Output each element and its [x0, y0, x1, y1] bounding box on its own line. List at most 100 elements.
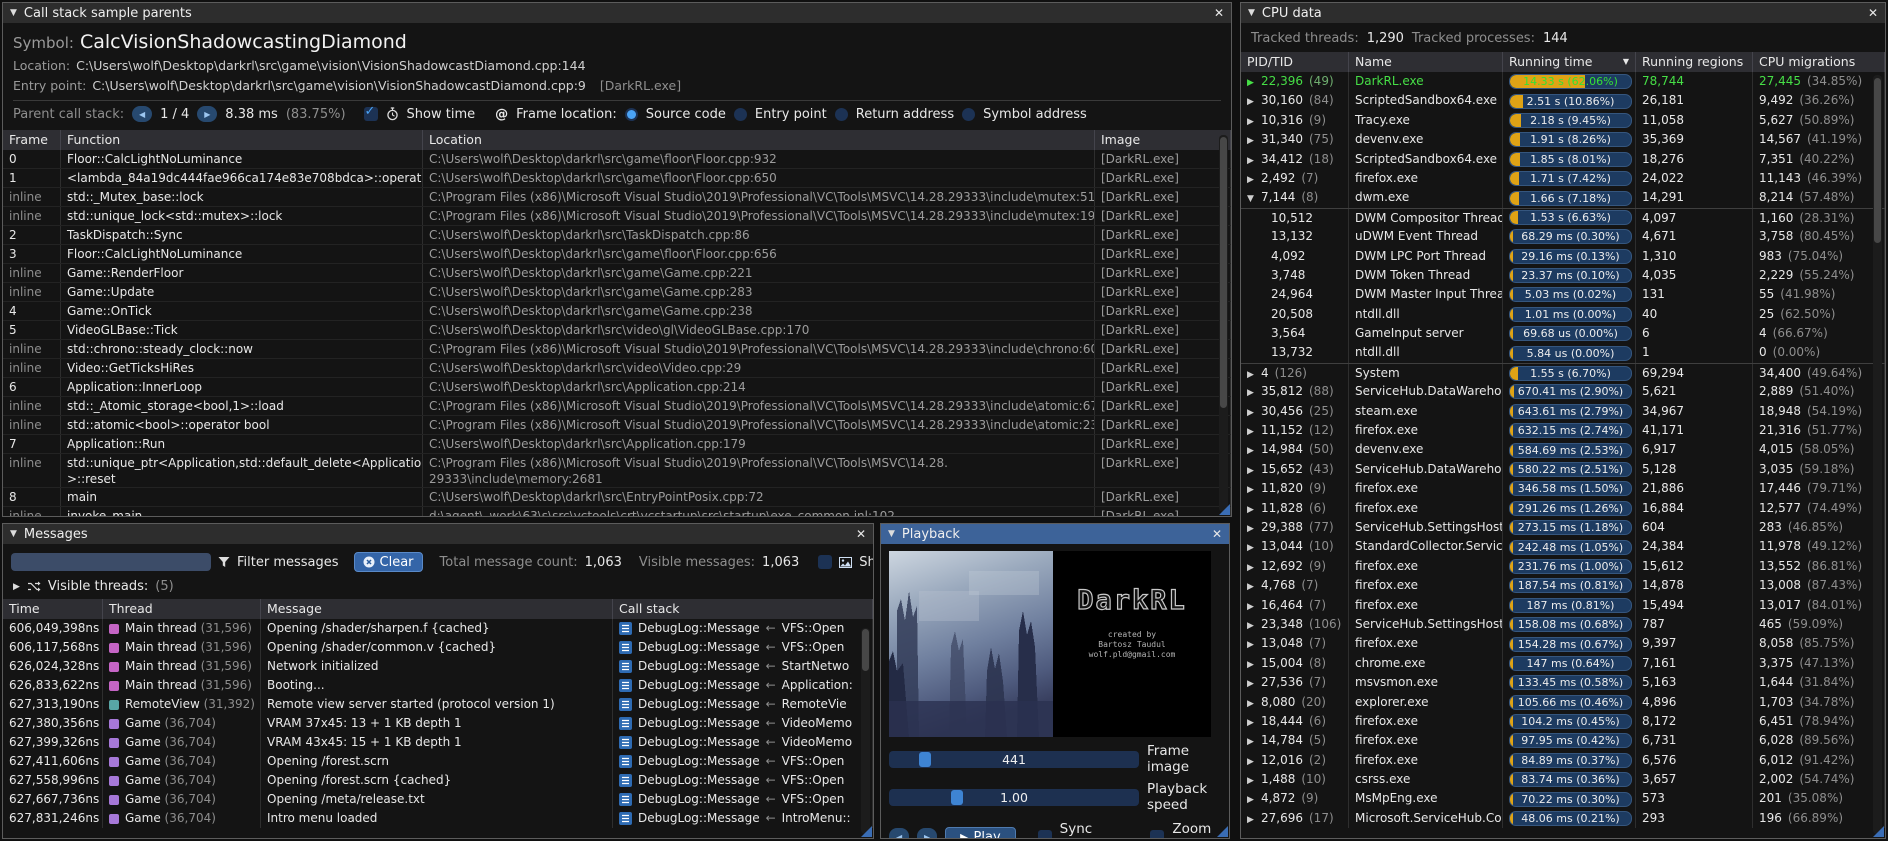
- close-icon[interactable]: ✕: [856, 527, 866, 541]
- table-row[interactable]: 627,558,996nsGame (36,704)Opening /fores…: [3, 771, 873, 790]
- column-time[interactable]: Time: [3, 599, 103, 619]
- expand-icon[interactable]: ▶: [1247, 791, 1261, 808]
- collapse-icon[interactable]: ▼: [888, 529, 895, 539]
- column-name[interactable]: Name: [1349, 52, 1503, 72]
- table-row[interactable]: ▶30,160(84)ScriptedSandbox64.exe2.51 s (…: [1241, 91, 1885, 110]
- table-row[interactable]: inlinestd::unique_ptr<Application,std::d…: [3, 454, 1231, 488]
- radio-return-address[interactable]: [835, 108, 848, 121]
- step-back-button[interactable]: ◀: [889, 828, 909, 839]
- table-row[interactable]: 3Floor::CalcLightNoLuminanceC:\Users\wol…: [3, 245, 1231, 264]
- table-row[interactable]: inlineGame::RenderFloorC:\Users\wolf\Des…: [3, 264, 1231, 283]
- table-row[interactable]: 627,831,246nsGame (36,704)Intro menu loa…: [3, 809, 873, 828]
- collapse-icon[interactable]: ▼: [10, 8, 17, 18]
- filter-input[interactable]: [11, 553, 211, 571]
- expand-icon[interactable]: ▶: [1247, 501, 1261, 518]
- expand-icon[interactable]: ▶: [1247, 733, 1261, 750]
- table-row[interactable]: 3,564GameInput server69.68 us (0.00%)64(…: [1241, 324, 1885, 343]
- table-row[interactable]: 1<lambda_84a19dc444fae966ca174e83e708bdc…: [3, 169, 1231, 188]
- close-icon[interactable]: ✕: [1212, 527, 1222, 541]
- table-row[interactable]: 627,313,190nsRemoteView (31,392)Remote v…: [3, 695, 873, 714]
- callstack-cell[interactable]: DebugLog::Message←StartNetwo: [613, 657, 873, 676]
- column-callstack[interactable]: Call stack: [613, 599, 873, 619]
- table-row[interactable]: inlinestd::_Mutex_base::lockC:\Program F…: [3, 188, 1231, 207]
- next-stack-button[interactable]: ▶: [197, 106, 217, 122]
- table-row[interactable]: 4,092DWM LPC Port Thread29.16 ms (0.13%)…: [1241, 247, 1885, 266]
- messages-scrollbar[interactable]: [861, 628, 870, 834]
- table-row[interactable]: ▶29,388(77)ServiceHub.SettingsHost273.15…: [1241, 518, 1885, 537]
- show-time-checkbox[interactable]: [364, 107, 378, 121]
- show-frame-checkbox[interactable]: [818, 555, 832, 569]
- expand-icon[interactable]: ▶: [1247, 772, 1261, 789]
- table-row[interactable]: ▶15,004(8)chrome.exe147 ms (0.64%)7,1613…: [1241, 654, 1885, 673]
- expand-icon[interactable]: ▶: [1247, 93, 1261, 110]
- callstack-titlebar[interactable]: ▼ Call stack sample parents ✕: [3, 3, 1231, 23]
- radio-entry-point[interactable]: [734, 108, 747, 121]
- table-row[interactable]: 5VideoGLBase::TickC:\Users\wolf\Desktop\…: [3, 321, 1231, 340]
- table-row[interactable]: ▶4,872(9)MsMpEng.exe70.22 ms (0.30%)5732…: [1241, 789, 1885, 808]
- expand-icon[interactable]: ▶: [1247, 423, 1261, 440]
- expand-threads-icon[interactable]: ▶: [13, 582, 20, 592]
- table-row[interactable]: ▶23,348(106)ServiceHub.SettingsHost158.0…: [1241, 615, 1885, 634]
- table-row[interactable]: inlineGame::UpdateC:\Users\wolf\Desktop\…: [3, 283, 1231, 302]
- column-running-time[interactable]: Running time▼: [1503, 52, 1636, 72]
- table-row[interactable]: inlineinvoke_maind:\agent\_work\63\s\src…: [3, 507, 1231, 517]
- table-row[interactable]: ▶18,444(6)firefox.exe104.2 ms (0.45%)8,1…: [1241, 712, 1885, 731]
- expand-icon[interactable]: ▶: [1247, 366, 1261, 382]
- cpu-scrollbar[interactable]: [1873, 75, 1882, 834]
- expand-icon[interactable]: ▶: [1247, 442, 1261, 459]
- table-row[interactable]: ▶1,488(10)csrss.exe83.74 ms (0.36%)3,657…: [1241, 770, 1885, 789]
- resize-grip[interactable]: [861, 826, 872, 837]
- table-row[interactable]: ▶11,152(12)firefox.exe632.15 ms (2.74%)4…: [1241, 421, 1885, 440]
- table-row[interactable]: ▶34,412(18)ScriptedSandbox64.exe1.85 s (…: [1241, 150, 1885, 169]
- table-row[interactable]: inlinestd::atomic<bool>::operator boolC:…: [3, 416, 1231, 435]
- table-row[interactable]: ▶4(126)System1.55 s (6.70%)69,29434,400(…: [1241, 363, 1885, 382]
- zoom-2x-checkbox[interactable]: [1150, 830, 1164, 839]
- callstack-table-header[interactable]: Frame Function Location Image: [3, 130, 1231, 150]
- callstack-cell[interactable]: DebugLog::Message←RemoteVie: [613, 695, 873, 714]
- column-pid[interactable]: PID/TID: [1241, 52, 1349, 72]
- resize-grip[interactable]: [1873, 826, 1884, 837]
- table-row[interactable]: 627,380,356nsGame (36,704)VRAM 37x45: 13…: [3, 714, 873, 733]
- cpu-table-header[interactable]: PID/TID Name Running time▼ Running regio…: [1241, 52, 1885, 72]
- expand-icon[interactable]: ▶: [1247, 384, 1261, 401]
- table-row[interactable]: 4Game::OnTickC:\Users\wolf\Desktop\darkr…: [3, 302, 1231, 321]
- table-row[interactable]: 13,132uDWM Event Thread68.29 ms (0.30%)4…: [1241, 227, 1885, 246]
- expand-icon[interactable]: ▼: [1247, 190, 1261, 207]
- column-location[interactable]: Location: [423, 130, 1095, 150]
- clear-button[interactable]: Clear: [354, 552, 423, 572]
- playback-speed-slider[interactable]: 1.00: [889, 789, 1139, 806]
- table-row[interactable]: 626,833,622nsMain thread (31,596)Booting…: [3, 676, 873, 695]
- table-row[interactable]: ▶27,696(17)Microsoft.ServiceHub.Co48.06 …: [1241, 809, 1885, 828]
- table-row[interactable]: ▶4,768(7)firefox.exe187.54 ms (0.81%)14,…: [1241, 576, 1885, 595]
- table-row[interactable]: 627,399,326nsGame (36,704)VRAM 43x45: 15…: [3, 733, 873, 752]
- table-row[interactable]: ▶35,812(88)ServiceHub.DataWarehou670.41 …: [1241, 382, 1885, 401]
- table-row[interactable]: ▶2,492(7)firefox.exe1.71 s (7.42%)24,022…: [1241, 169, 1885, 188]
- play-button[interactable]: ▶ Play: [945, 827, 1016, 839]
- expand-icon[interactable]: ▶: [1247, 811, 1261, 828]
- table-row[interactable]: ▶14,984(50)devenv.exe584.69 ms (2.53%)6,…: [1241, 440, 1885, 459]
- table-row[interactable]: 7Application::RunC:\Users\wolf\Desktop\d…: [3, 435, 1231, 454]
- expand-icon[interactable]: ▶: [1247, 481, 1261, 498]
- step-forward-button[interactable]: ▶: [917, 828, 937, 839]
- table-row[interactable]: 6Application::InnerLoopC:\Users\wolf\Des…: [3, 378, 1231, 397]
- table-row[interactable]: ▶27,536(7)msvsmon.exe133.45 ms (0.58%)5,…: [1241, 673, 1885, 692]
- table-row[interactable]: ▶13,044(10)StandardCollector.Servic242.4…: [1241, 537, 1885, 556]
- table-row[interactable]: 606,049,398nsMain thread (31,596)Opening…: [3, 619, 873, 638]
- expand-icon[interactable]: ▶: [1247, 404, 1261, 421]
- messages-table-header[interactable]: Time Thread Message Call stack: [3, 599, 873, 619]
- table-row[interactable]: ▶31,340(75)devenv.exe1.91 s (8.26%)35,36…: [1241, 130, 1885, 149]
- table-row[interactable]: 627,667,736nsGame (36,704)Opening /meta/…: [3, 790, 873, 809]
- frame-image-slider[interactable]: 441: [889, 751, 1139, 768]
- table-row[interactable]: 20,508ntdll.dll1.01 ms (0.00%)4025(62.50…: [1241, 305, 1885, 324]
- expand-icon[interactable]: ▶: [1247, 113, 1261, 130]
- callstack-cell[interactable]: DebugLog::Message←VFS::Open: [613, 638, 873, 657]
- table-row[interactable]: ▶30,456(25)steam.exe643.61 ms (2.79%)34,…: [1241, 402, 1885, 421]
- table-row[interactable]: 2TaskDispatch::SyncC:\Users\wolf\Desktop…: [3, 226, 1231, 245]
- radio-symbol-address[interactable]: [962, 108, 975, 121]
- table-row[interactable]: 3,748DWM Token Thread23.37 ms (0.10%)4,0…: [1241, 266, 1885, 285]
- table-row[interactable]: ▶14,784(5)firefox.exe97.95 ms (0.42%)6,7…: [1241, 731, 1885, 750]
- callstack-cell[interactable]: DebugLog::Message←IntroMenu::: [613, 809, 873, 828]
- table-row[interactable]: ▶13,048(7)firefox.exe154.28 ms (0.67%)9,…: [1241, 634, 1885, 653]
- column-frame[interactable]: Frame: [3, 130, 61, 150]
- table-row[interactable]: ▶16,464(7)firefox.exe187 ms (0.81%)15,49…: [1241, 596, 1885, 615]
